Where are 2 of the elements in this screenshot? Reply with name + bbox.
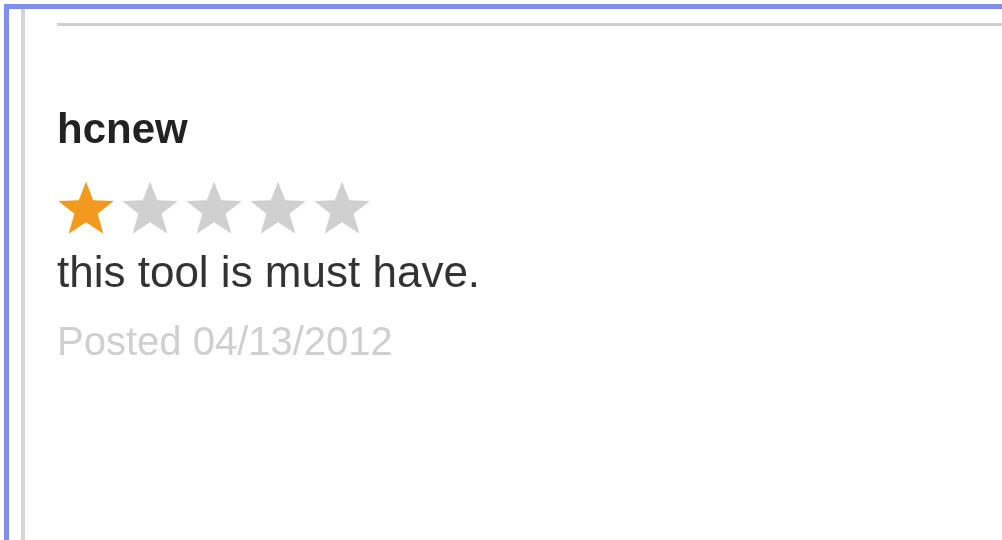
- review-text: this tool is must have.: [57, 246, 482, 299]
- reviewer-name: hcnew: [57, 104, 189, 154]
